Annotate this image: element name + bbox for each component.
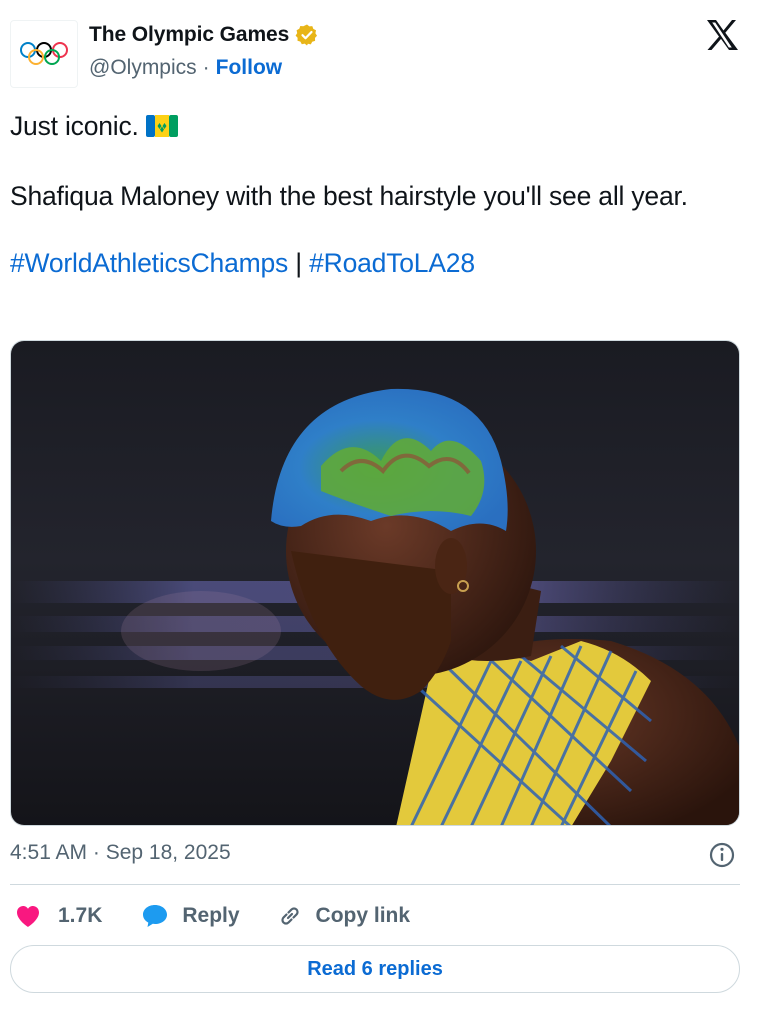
tweet-line-1: Just iconic. [10,108,740,148]
reply-bubble-icon [143,905,168,927]
like-button[interactable]: 1.7K [14,903,102,929]
reply-button[interactable]: Reply [140,902,240,930]
copy-link-button[interactable]: Copy link [276,902,411,930]
hashtag-road-to-la28[interactable]: #RoadToLA28 [309,248,475,278]
tweet-timestamp[interactable]: 4:51 AM · Sep 18, 2025 [10,841,231,865]
tweet-line-1-text: Just iconic. [10,111,139,141]
saint-vincent-and-the-grenadines-flag-icon [144,111,179,148]
x-logo-icon[interactable] [704,18,740,52]
tweet-actions: 1.7K Reply Copy link [10,898,410,934]
author-name-row: The Olympic Games [89,23,319,47]
info-icon[interactable] [708,841,736,869]
tweet-photo[interactable] [10,340,740,826]
handle-separator: · [202,56,210,79]
link-icon [280,907,299,925]
like-count: 1.7K [58,904,103,927]
athlete-photo [11,341,739,825]
author-handle-row: @Olympics · Follow [89,56,282,80]
divider [10,884,740,885]
reply-label: Reply [182,904,240,927]
tweet-embed: The Olympic Games @Olympics · Follow Jus… [0,0,760,1014]
copy-link-label: Copy link [315,904,411,927]
tweet-text: Just iconic. Shafiqua Maloney with the b… [10,108,740,282]
read-replies-button[interactable]: Read 6 replies [10,945,740,993]
avatar[interactable] [10,20,78,88]
author-handle[interactable]: @Olympics [89,56,197,80]
tweet-hashtags: #WorldAthleticsChamps | #RoadToLA28 [10,245,740,282]
heart-icon [17,906,39,927]
olympic-rings-icon [20,42,68,65]
display-name[interactable]: The Olympic Games [89,23,289,47]
follow-button[interactable]: Follow [216,56,283,80]
hashtag-separator: | [288,248,310,278]
verified-badge-icon [295,24,318,46]
tweet-line-2: Shafiqua Maloney with the best hairstyle… [10,181,688,211]
hashtag-world-athletics-champs[interactable]: #WorldAthleticsChamps [10,248,288,278]
